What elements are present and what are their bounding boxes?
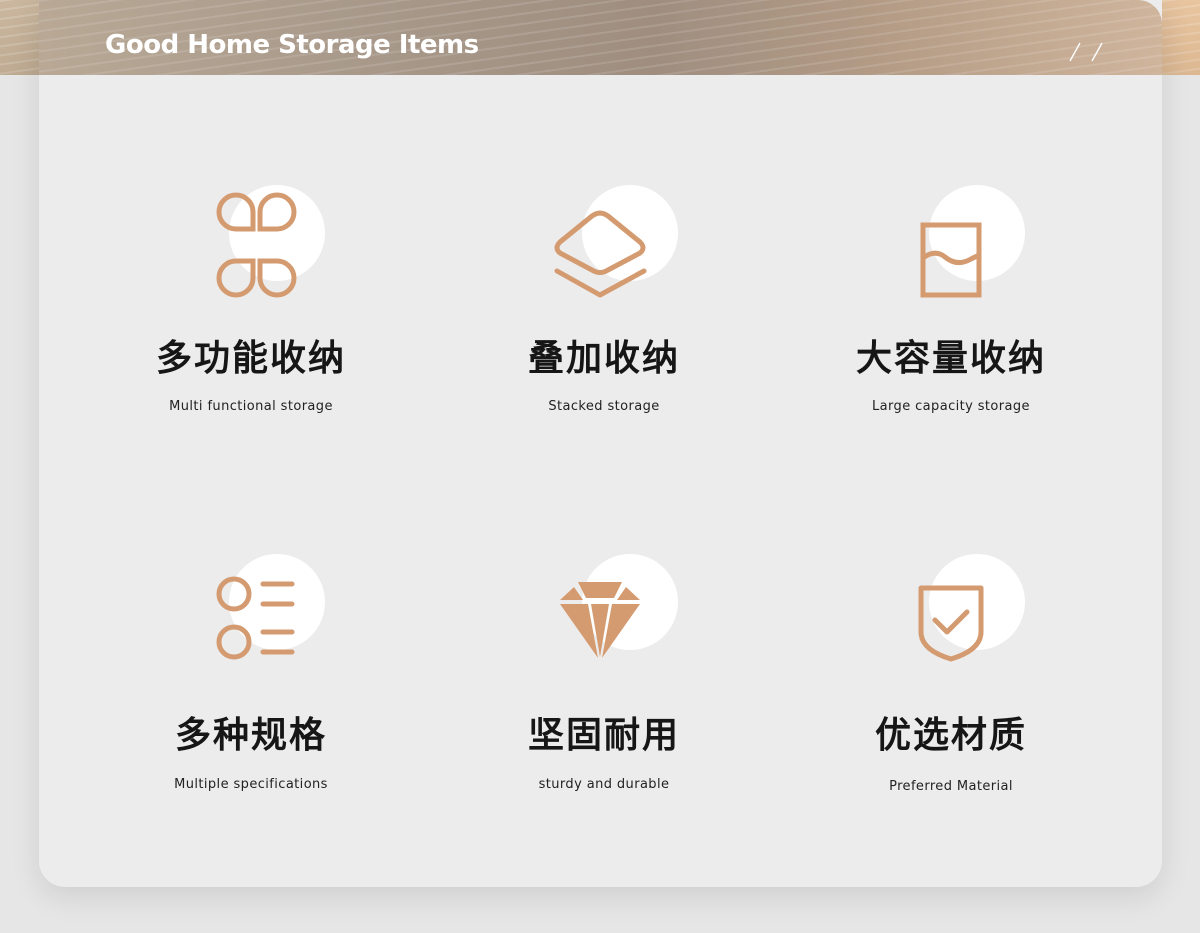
list-icon (216, 576, 295, 660)
feature-title: 坚固耐用 (527, 715, 680, 756)
shield-check-icon (918, 585, 984, 662)
feature-title: 大容量收纳 (855, 338, 1046, 379)
container-icon (920, 222, 982, 298)
feature-subtitle: Multi functional storage (169, 399, 333, 414)
feature-subtitle: Large capacity storage (872, 399, 1030, 414)
feature-item: 叠加收纳 Stacked storage (444, 185, 764, 445)
feature-icon-wrap (181, 554, 325, 674)
feature-icon-wrap (181, 185, 325, 305)
features-grid: 多功能收纳 Multi functional storage 叠加收纳 Stac… (39, 0, 1162, 887)
feature-icon-wrap (881, 185, 1025, 305)
feature-item: 坚固耐用 sturdy and durable (444, 554, 764, 814)
feature-icon-wrap (534, 554, 678, 674)
feature-title: 多功能收纳 (155, 338, 346, 379)
feature-subtitle: sturdy and durable (538, 777, 670, 792)
feature-item: 优选材质 Preferred Material (791, 554, 1111, 814)
feature-icon-wrap (534, 185, 678, 305)
feature-title: 叠加收纳 (527, 338, 680, 379)
feature-subtitle: Multiple specifications (174, 777, 328, 792)
clover-icon (216, 192, 297, 298)
diamond-icon (560, 582, 640, 658)
features-card: Good Home Storage Items 多功能收纳 Multi func… (39, 0, 1162, 887)
feature-title: 多种规格 (174, 715, 327, 756)
feature-subtitle: Stacked storage (548, 399, 660, 414)
stacked-layers-icon (554, 210, 647, 298)
feature-item: 多种规格 Multiple specifications (91, 554, 411, 814)
feature-icon-wrap (881, 554, 1025, 674)
feature-item: 多功能收纳 Multi functional storage (91, 185, 411, 445)
feature-subtitle: Preferred Material (889, 779, 1013, 794)
feature-title: 优选材质 (874, 715, 1027, 756)
feature-item: 大容量收纳 Large capacity storage (791, 185, 1111, 445)
